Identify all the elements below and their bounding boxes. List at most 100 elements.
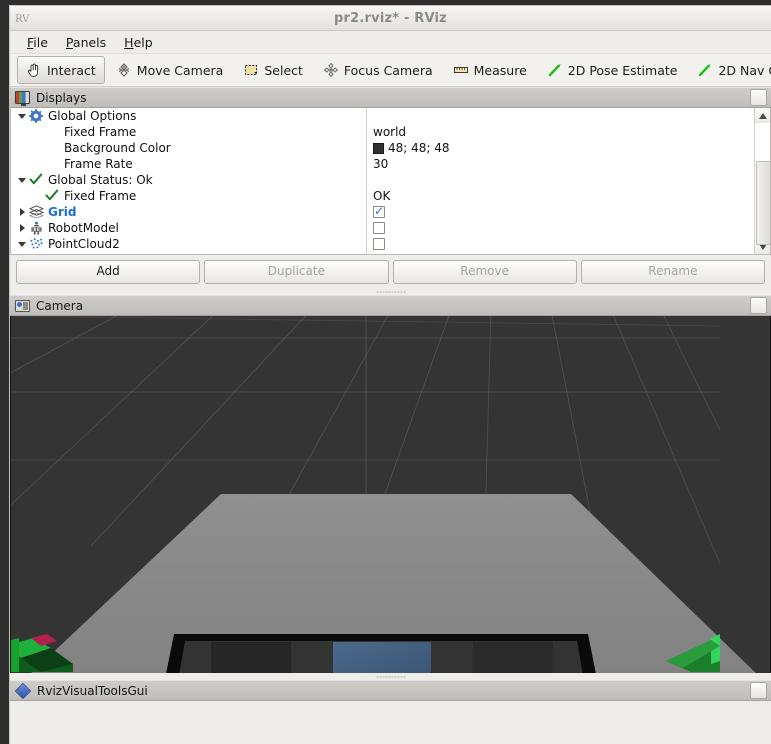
tree-row[interactable]: Fixed Frame <box>11 124 366 140</box>
viewport-splitter[interactable] <box>10 673 771 680</box>
displays-panel-title: Displays <box>36 90 87 105</box>
tool-2d-nav-goal-label: 2D Nav Goal <box>718 62 771 78</box>
menu-bar: File Panels Help <box>10 31 771 54</box>
rename-button: Rename <box>580 260 765 284</box>
hand-cursor-icon <box>26 62 42 78</box>
tool-2d-pose-estimate-button[interactable]: 2D Pose Estimate <box>538 56 687 84</box>
tool-focus-camera-button[interactable]: Focus Camera <box>314 56 442 84</box>
menu-panels[interactable]: Panels <box>57 33 115 52</box>
displays-float-button[interactable] <box>750 89 767 106</box>
scrollbar-thumb[interactable] <box>756 161 771 245</box>
displays-tree-scrollbar[interactable] <box>754 108 771 254</box>
tree-enable-checkbox[interactable] <box>373 238 385 250</box>
tool-select-button[interactable]: Select <box>234 56 312 84</box>
tree-row-value[interactable] <box>367 204 754 220</box>
tree-row-label: Global Options <box>48 109 137 123</box>
tree-row-value <box>367 108 754 124</box>
tree-enable-checkbox[interactable] <box>373 222 385 234</box>
displays-tree-names-column: Global Options Fixed Frame Background Colo… <box>11 108 366 254</box>
tree-row-label: Frame Rate <box>64 157 133 171</box>
tool-focus-camera-label: Focus Camera <box>343 62 433 78</box>
visual-tools-panel-header: RvizVisualToolsGui <box>10 680 771 701</box>
window-titlebar: RV pr2.rviz* - RViz <box>10 6 771 31</box>
menu-file[interactable]: File <box>18 33 57 52</box>
tree-row-label: Fixed Frame <box>64 189 137 203</box>
menu-help-rest: elp <box>133 34 153 50</box>
scene-objects <box>11 634 720 672</box>
camera-float-button[interactable] <box>750 297 767 314</box>
tool-select-label: Select <box>264 62 303 78</box>
tree-row-value[interactable] <box>367 236 754 252</box>
tree-icon-spacer <box>45 125 61 139</box>
panel-splitter[interactable] <box>10 288 771 295</box>
tree-icon-spacer <box>45 141 61 155</box>
duplicate-button: Duplicate <box>204 260 389 284</box>
tree-row-value[interactable]: 30 <box>367 156 754 172</box>
visual-tools-panel-title: RvizVisualToolsGui <box>37 683 148 698</box>
robot-icon <box>29 221 45 235</box>
tree-row-value[interactable]: OK <box>367 188 754 204</box>
move-camera-icon <box>116 62 132 78</box>
rviz-main-window: RV pr2.rviz* - RViz File Panels Help Int… <box>10 6 771 744</box>
camera-viewport[interactable]: soap2 soap biscuits <box>10 316 771 673</box>
tree-row[interactable]: Fixed Frame <box>11 188 366 204</box>
twisty-collapsed-icon[interactable] <box>15 204 29 220</box>
tree-row[interactable]: Background Color <box>11 140 366 156</box>
tree-row-value <box>367 172 754 188</box>
tool-move-camera-button[interactable]: Move Camera <box>107 56 233 84</box>
status-ok-check <box>45 189 61 203</box>
tree-row-value[interactable]: 48; 48; 48 <box>367 140 754 156</box>
tool-2d-nav-goal-button[interactable]: 2D Nav Goal <box>688 56 771 84</box>
displays-icon <box>15 91 30 106</box>
twisty-expanded-icon[interactable] <box>15 172 29 188</box>
visual-tools-float-button[interactable] <box>750 682 767 699</box>
tree-row-label: Global Status: Ok <box>48 173 153 187</box>
displays-tree[interactable]: Global Options Fixed Frame Background Colo… <box>10 108 771 255</box>
scrollbar-track[interactable] <box>755 123 771 245</box>
tree-enable-checkbox[interactable] <box>373 204 385 218</box>
tree-value-text: 30 <box>373 157 389 171</box>
tree-row-label: PointCloud2 <box>48 237 120 251</box>
displays-tree-values-column: world 48; 48; 48 30 OK <box>367 108 754 254</box>
tree-row-label: Background Color <box>64 141 171 155</box>
gear-icon <box>29 109 45 123</box>
tool-move-camera-label: Move Camera <box>136 62 224 78</box>
tool-measure-label: Measure <box>473 62 527 78</box>
pointcloud-icon <box>29 237 45 251</box>
tree-row-label: Grid <box>48 205 77 219</box>
green-arrow-icon <box>697 62 713 78</box>
tool-interact-button[interactable]: Interact <box>17 56 105 84</box>
background-color-swatch <box>373 142 384 154</box>
green-arrow-icon <box>547 62 563 78</box>
remove-button: Remove <box>392 260 577 284</box>
ruler-icon <box>453 62 469 78</box>
add-button[interactable]: Add <box>16 260 201 284</box>
tree-value-text: world <box>373 125 407 139</box>
twisty-collapsed-icon[interactable] <box>15 220 29 236</box>
screen-root: InInropr/harnge /hry m /hry .2 [Ioa RV p… <box>0 0 771 744</box>
tree-row[interactable]: Global Options <box>11 108 366 124</box>
tree-row[interactable]: PointCloud2 <box>11 236 366 252</box>
tree-row-value[interactable] <box>367 220 754 236</box>
tool-measure-button[interactable]: Measure <box>444 56 536 84</box>
visual-tools-panel-body <box>10 701 771 723</box>
menu-panels-rest: anels <box>72 34 107 50</box>
twisty-expanded-icon[interactable] <box>15 108 29 124</box>
tree-row[interactable]: Frame Rate <box>11 156 366 172</box>
tree-value-text: OK <box>373 189 391 203</box>
tree-value-text: 48; 48; 48 <box>388 141 450 155</box>
menu-help[interactable]: Help <box>115 33 162 52</box>
scroll-up-arrow-icon[interactable] <box>755 108 770 123</box>
tree-row-value[interactable]: world <box>367 124 754 140</box>
tree-row-label: Fixed Frame <box>64 125 137 139</box>
tree-row[interactable]: RobotModel <box>11 220 366 236</box>
twisty-expanded-icon[interactable] <box>15 236 29 252</box>
tree-row[interactable]: Global Status: Ok <box>11 172 366 188</box>
tool-interact-label: Interact <box>47 62 96 78</box>
tool-2d-pose-estimate-label: 2D Pose Estimate <box>567 62 678 78</box>
tree-row[interactable]: Grid <box>11 204 366 220</box>
